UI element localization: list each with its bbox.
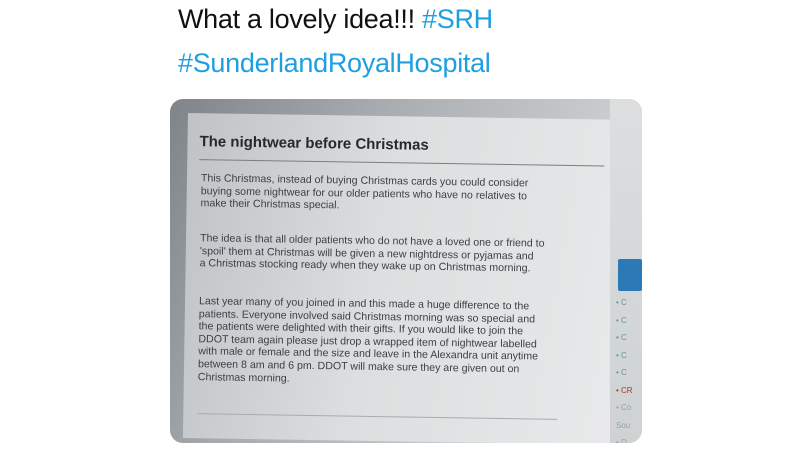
notice-paragraph-1: This Christmas, instead of buying Christ… — [200, 172, 599, 216]
content-divider — [197, 413, 558, 420]
sidebar-link: • Co — [616, 403, 632, 412]
sidebar-link: • C — [616, 368, 627, 377]
sidebar-link: • CR — [616, 385, 633, 395]
sidebar-link: • C — [616, 350, 627, 360]
notice-document: The nightwear before Christmas This Chri… — [182, 113, 618, 443]
sidebar-link: • C — [616, 298, 627, 307]
title-divider — [199, 159, 605, 167]
notice-title: The nightwear before Christmas — [199, 133, 429, 154]
hashtag-sunderland-royal-hospital-link[interactable]: #SunderlandRoyalHospital — [178, 48, 491, 78]
sidebar-link-list: • C • C • C • C • C • CR • Co Sou • D — [616, 294, 633, 443]
tweet-text-line-1: What a lovely idea!!! #SRH — [178, 2, 493, 36]
sidebar-link: • D — [616, 438, 627, 443]
hashtag-srh-link[interactable]: #SRH — [422, 4, 493, 34]
sidebar-accent-block — [618, 259, 642, 291]
notice-paragraph-2: The idea is that all older patients who … — [200, 232, 599, 276]
attached-photo[interactable]: The nightwear before Christmas This Chri… — [170, 99, 642, 443]
tweet-text: What a lovely idea!!! — [178, 4, 423, 34]
tweet-text-line-2: #SunderlandRoyalHospital — [178, 46, 491, 80]
sidebar-link: • C — [616, 333, 627, 342]
sidebar-link: Sou — [616, 420, 631, 430]
sidebar-link: • C — [616, 315, 627, 325]
notice-paragraph-3: Last year many of you joined in and this… — [198, 295, 597, 389]
